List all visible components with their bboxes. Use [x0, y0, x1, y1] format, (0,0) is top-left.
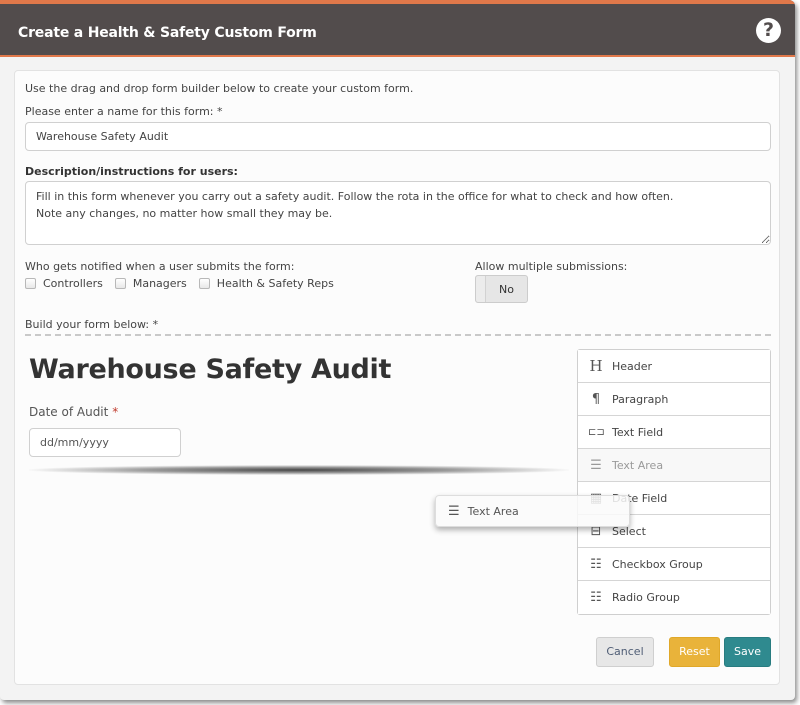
- palette-item-paragraph[interactable]: ¶ Paragraph: [578, 383, 770, 416]
- toggle-knob[interactable]: [476, 276, 486, 302]
- palette-item-label: Paragraph: [612, 392, 669, 406]
- intro-text: Use the drag and drop form builder below…: [25, 82, 414, 95]
- palette-item-label: Checkbox Group: [612, 557, 703, 571]
- checkbox-box[interactable]: [25, 278, 36, 289]
- multiple-submissions-label: Allow multiple submissions:: [475, 260, 628, 273]
- palette-item-radio-group[interactable]: ☷ Radio Group: [578, 581, 770, 614]
- multiple-submissions-toggle[interactable]: No: [475, 275, 528, 303]
- palette-item-label: Text Area: [612, 458, 664, 472]
- checkbox-group-icon: ☷: [590, 556, 602, 572]
- reset-button[interactable]: Reset: [669, 637, 720, 667]
- notify-controllers-checkbox[interactable]: Controllers: [25, 277, 103, 290]
- palette-item-checkbox-group[interactable]: ☷ Checkbox Group: [578, 548, 770, 581]
- description-label: Description/instructions for users:: [25, 165, 238, 178]
- date-field-label[interactable]: Date of Audit *: [29, 405, 118, 419]
- text-area-icon: ☰: [590, 457, 602, 473]
- checkbox-label: Controllers: [43, 277, 103, 290]
- custom-form-dialog: Create a Health & Safety Custom Form ? U…: [0, 0, 795, 700]
- drop-placeholder: [29, 465, 569, 475]
- text-area-icon: ☰: [448, 503, 460, 519]
- dialog-title: Create a Health & Safety Custom Form: [18, 25, 317, 41]
- palette-item-text-field[interactable]: ⊏⊐ Text Field: [578, 416, 770, 449]
- checkbox-box[interactable]: [198, 278, 210, 289]
- dialog-titlebar: Create a Health & Safety Custom Form ?: [0, 0, 795, 57]
- header-icon: H: [589, 357, 603, 375]
- builder-form-title[interactable]: Warehouse Safety Audit: [29, 354, 391, 385]
- builder-divider: [25, 334, 771, 336]
- form-name-input[interactable]: [25, 122, 771, 151]
- cancel-button[interactable]: Cancel: [596, 637, 654, 667]
- build-form-label: Build your form below: *: [25, 318, 159, 331]
- field-palette: H Header ¶ Paragraph ⊏⊐ Text Field ☰ Tex…: [577, 349, 771, 615]
- required-marker: *: [112, 405, 119, 419]
- form-panel: Use the drag and drop form builder below…: [14, 70, 780, 685]
- toggle-value: No: [499, 283, 514, 296]
- save-button[interactable]: Save: [724, 637, 771, 667]
- palette-item-text-area[interactable]: ☰ Text Area: [578, 449, 770, 482]
- palette-item-header[interactable]: H Header: [578, 350, 770, 383]
- radio-group-icon: ☷: [590, 590, 602, 605]
- palette-item-label: Text Field: [612, 425, 664, 439]
- checkbox-label: Managers: [132, 277, 187, 290]
- text-field-icon: ⊏⊐: [588, 426, 605, 438]
- checkbox-label: Health & Safety Reps: [216, 277, 334, 290]
- checkbox-box[interactable]: [114, 278, 126, 289]
- notify-managers-checkbox[interactable]: Managers: [114, 277, 187, 290]
- palette-item-label: Radio Group: [612, 591, 680, 604]
- description-textarea[interactable]: Fill in this form whenever you carry out…: [25, 181, 771, 245]
- form-name-label: Please enter a name for this form: *: [25, 105, 223, 118]
- help-icon[interactable]: ?: [756, 18, 781, 43]
- paragraph-icon: ¶: [591, 391, 601, 407]
- dragging-text-area-item[interactable]: ☰ Text Area: [435, 495, 630, 527]
- notify-options: Controllers Managers Health & Safety Rep…: [25, 277, 346, 290]
- dragging-item-label: Text Area: [467, 504, 519, 518]
- date-field-label-text: Date of Audit: [29, 405, 109, 419]
- notify-hs-reps-checkbox[interactable]: Health & Safety Reps: [198, 277, 334, 290]
- palette-item-label: Header: [612, 359, 653, 373]
- date-field-input[interactable]: dd/mm/yyyy: [29, 428, 181, 457]
- notify-label: Who gets notified when a user submits th…: [25, 260, 295, 273]
